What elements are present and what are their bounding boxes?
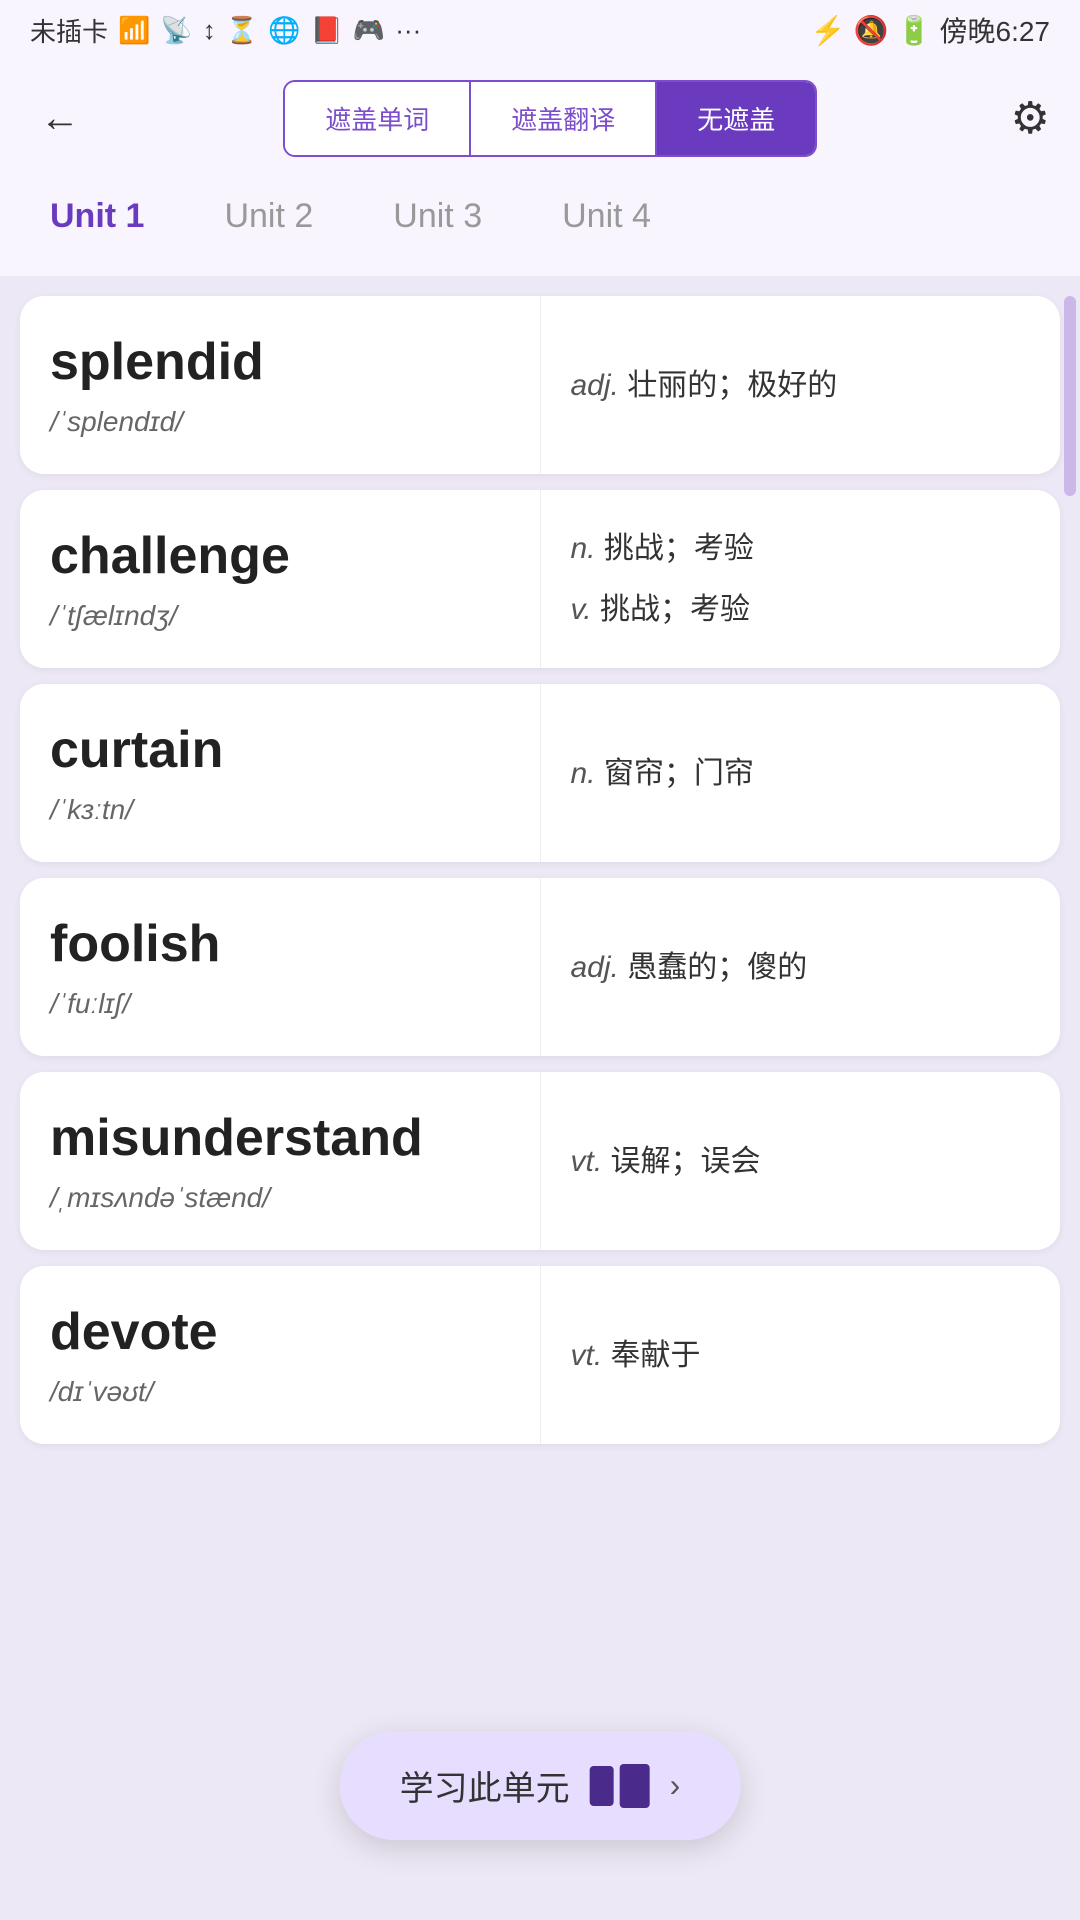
- word-english: misunderstand: [50, 1108, 510, 1168]
- word-phonetic: /ˈtʃælɪndʒ/: [50, 600, 510, 632]
- tab-unit3[interactable]: Unit 3: [373, 187, 502, 246]
- arrow-icon: ›: [670, 1767, 681, 1804]
- word-right: adj. 壮丽的；极好的: [541, 296, 1061, 474]
- word-pos: n.: [571, 532, 604, 565]
- word-pos: vt.: [571, 1145, 611, 1178]
- word-left: splendid/ˈsplendɪd/: [20, 296, 541, 474]
- word-left: challenge/ˈtʃælɪndʒ/: [20, 490, 541, 668]
- word-card: foolish/ˈfuːlɪʃ/adj. 愚蠢的；傻的: [20, 878, 1060, 1056]
- word-phonetic: /ˈkɜːtn/: [50, 794, 510, 826]
- content-area: splendid/ˈsplendɪd/adj. 壮丽的；极好的challenge…: [0, 276, 1080, 1644]
- tab-unit1[interactable]: Unit 1: [30, 187, 164, 246]
- word-meaning: adj. 壮丽的；极好的: [571, 363, 1031, 408]
- usb-icon: ↕: [203, 15, 216, 46]
- word-pos: v.: [571, 593, 600, 626]
- cover-words-button[interactable]: 遮盖单词: [285, 82, 471, 155]
- app-icon1: 📕: [311, 15, 343, 46]
- signal-icon: 📶: [118, 15, 150, 46]
- card-right: [620, 1764, 650, 1808]
- word-card: misunderstand/ˌmɪsʌndəˈstænd/vt. 误解；误会: [20, 1072, 1060, 1250]
- word-meaning: n. 挑战；考验: [571, 526, 1031, 571]
- word-english: foolish: [50, 914, 510, 974]
- scroll-indicator: [1064, 296, 1076, 496]
- word-meaning: v. 挑战；考验: [571, 587, 1031, 632]
- word-english: devote: [50, 1302, 510, 1362]
- word-card: challenge/ˈtʃælɪndʒ/n. 挑战；考验 v. 挑战；考验: [20, 490, 1060, 668]
- word-right: n. 挑战；考验 v. 挑战；考验: [541, 490, 1061, 668]
- cover-translation-button[interactable]: 遮盖翻译: [471, 82, 657, 155]
- word-pos: adj.: [571, 951, 628, 984]
- tab-unit4[interactable]: Unit 4: [542, 187, 671, 246]
- status-time: 傍晚6:27: [940, 10, 1051, 50]
- word-phonetic: /ˌmɪsʌndəˈstænd/: [50, 1182, 510, 1214]
- top-bar: ← 遮盖单词 遮盖翻译 无遮盖 ⚙: [0, 60, 1080, 177]
- word-phonetic: /ˈfuːlɪʃ/: [50, 988, 510, 1020]
- battery-icon: 🔋: [897, 14, 932, 47]
- more-icon: ···: [395, 15, 421, 46]
- settings-button[interactable]: ⚙: [1011, 93, 1050, 144]
- word-left: foolish/ˈfuːlɪʃ/: [20, 878, 541, 1056]
- study-unit-button[interactable]: 学习此单元 ›: [340, 1731, 741, 1840]
- word-english: curtain: [50, 720, 510, 780]
- word-right: vt. 误解；误会: [541, 1072, 1061, 1250]
- app-icon2: 🎮: [353, 15, 385, 46]
- word-right: n. 窗帘；门帘: [541, 684, 1061, 862]
- word-card: splendid/ˈsplendɪd/adj. 壮丽的；极好的: [20, 296, 1060, 474]
- word-left: curtain/ˈkɜːtn/: [20, 684, 541, 862]
- back-button[interactable]: ←: [30, 86, 90, 151]
- word-right: vt. 奉献于: [541, 1266, 1061, 1444]
- word-meaning: n. 窗帘；门帘: [571, 751, 1031, 796]
- word-left: devote/dɪˈvəʊt/: [20, 1266, 541, 1444]
- word-phonetic: /ˈsplendɪd/: [50, 406, 510, 438]
- card-left: [590, 1766, 614, 1806]
- bluetooth-icon: ⚡: [811, 14, 846, 47]
- word-right: adj. 愚蠢的；傻的: [541, 878, 1061, 1056]
- word-meaning: adj. 愚蠢的；傻的: [571, 945, 1031, 990]
- no-cover-button[interactable]: 无遮盖: [657, 82, 815, 155]
- status-bar: 未插卡 📶 📡 ↕ ⏳ 🌐 📕 🎮 ··· ⚡ 🔕 🔋 傍晚6:27: [0, 0, 1080, 60]
- word-meaning: vt. 误解；误会: [571, 1139, 1031, 1184]
- timer-icon: ⏳: [226, 15, 258, 46]
- word-english: challenge: [50, 526, 510, 586]
- word-pos: adj.: [571, 369, 628, 402]
- word-pos: vt.: [571, 1339, 611, 1372]
- word-pos: n.: [571, 757, 604, 790]
- status-carrier: 未插卡: [30, 12, 108, 49]
- status-right: ⚡ 🔕 🔋 傍晚6:27: [811, 10, 1050, 50]
- word-meaning: vt. 奉献于: [571, 1333, 1031, 1378]
- word-card: devote/dɪˈvəʊt/vt. 奉献于: [20, 1266, 1060, 1444]
- flashcard-icon: [590, 1764, 650, 1808]
- tab-unit2[interactable]: Unit 2: [204, 187, 333, 246]
- word-left: misunderstand/ˌmɪsʌndəˈstænd/: [20, 1072, 541, 1250]
- word-phonetic: /dɪˈvəʊt/: [50, 1376, 510, 1408]
- word-card: curtain/ˈkɜːtn/n. 窗帘；门帘: [20, 684, 1060, 862]
- wifi-icon: 📡: [160, 15, 192, 46]
- study-unit-label: 学习此单元: [400, 1761, 570, 1810]
- word-english: splendid: [50, 332, 510, 392]
- status-left: 未插卡 📶 📡 ↕ ⏳ 🌐 📕 🎮 ···: [30, 12, 421, 49]
- toggle-group: 遮盖单词 遮盖翻译 无遮盖: [283, 80, 817, 157]
- globe-icon: 🌐: [268, 15, 300, 46]
- bell-icon: 🔕: [854, 14, 889, 47]
- unit-tabs: Unit 1 Unit 2 Unit 3 Unit 4: [0, 177, 1080, 276]
